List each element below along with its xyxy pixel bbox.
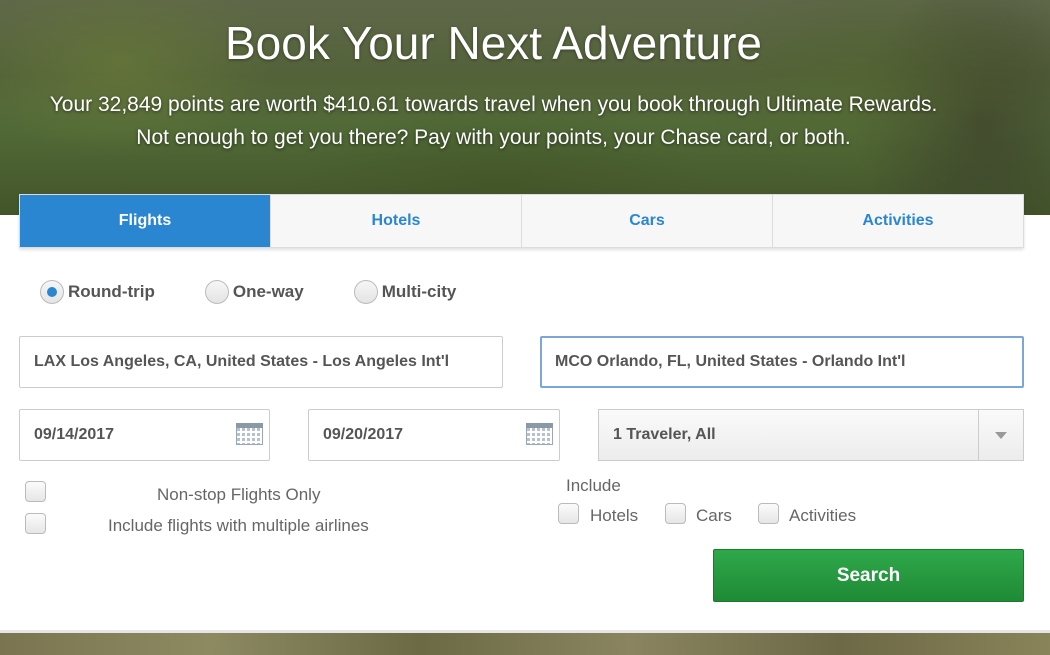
round-trip-option[interactable]: Round-trip <box>40 280 155 304</box>
nonstop-label: Non-stop Flights Only <box>157 485 321 504</box>
include-hotels-label: Hotels <box>590 506 639 525</box>
destination-field[interactable] <box>540 336 1024 388</box>
tab-activities[interactable]: Activities <box>773 195 1023 247</box>
tab-hotels[interactable]: Hotels <box>271 195 522 247</box>
include-heading: Include <box>566 476 621 495</box>
multi-airline-label: Include flights with multiple airlines <box>108 516 369 535</box>
travelers-dropdown-toggle[interactable] <box>978 410 1023 460</box>
travelers-select[interactable]: 1 Traveler, All <box>598 409 1024 461</box>
tab-cars[interactable]: Cars <box>522 195 773 247</box>
multi-city-label: Multi-city <box>381 282 457 301</box>
one-way-radio[interactable] <box>204 280 229 304</box>
travelers-value: 1 Traveler, All <box>613 426 716 443</box>
chevron-down-icon <box>995 431 1007 439</box>
round-trip-label: Round-trip <box>68 282 155 301</box>
origin-field[interactable] <box>19 336 503 388</box>
multi-city-option[interactable]: Multi-city <box>353 280 457 304</box>
calendar-icon[interactable] <box>236 423 263 445</box>
tab-flights[interactable]: Flights <box>20 195 271 247</box>
points-summary: Your 32,849 points are worth $410.61 tow… <box>49 93 938 116</box>
include-hotels-checkbox[interactable] <box>558 503 579 524</box>
search-button[interactable]: Search <box>713 549 1024 602</box>
round-trip-radio[interactable] <box>40 280 64 304</box>
footer-image-strip <box>0 630 1050 655</box>
depart-date-field[interactable]: 09/14/2017 <box>19 409 270 461</box>
include-cars-checkbox[interactable] <box>665 503 686 524</box>
points-subtext: Not enough to get you there? Pay with yo… <box>136 126 851 149</box>
one-way-label: One-way <box>232 282 304 301</box>
depart-date-value: 09/14/2017 <box>34 426 115 443</box>
include-activities-label: Activities <box>789 506 857 525</box>
include-cars-label: Cars <box>696 506 732 525</box>
origin-input[interactable] <box>34 353 502 371</box>
destination-input[interactable] <box>555 353 1022 371</box>
multi-city-radio[interactable] <box>353 280 378 304</box>
include-activities-checkbox[interactable] <box>758 503 779 524</box>
return-date-field[interactable]: 09/20/2017 <box>308 409 560 461</box>
nonstop-checkbox[interactable] <box>25 481 46 502</box>
booking-tabs: Flights Hotels Cars Activities <box>19 194 1024 248</box>
return-date-value: 09/20/2017 <box>323 426 404 443</box>
multi-airline-checkbox[interactable] <box>25 513 46 534</box>
trip-type-group: Round-trip One-way Multi-city <box>40 280 506 304</box>
page-title: Book Your Next Adventure <box>224 17 763 69</box>
calendar-icon[interactable] <box>526 423 553 445</box>
one-way-option[interactable]: One-way <box>204 280 304 304</box>
